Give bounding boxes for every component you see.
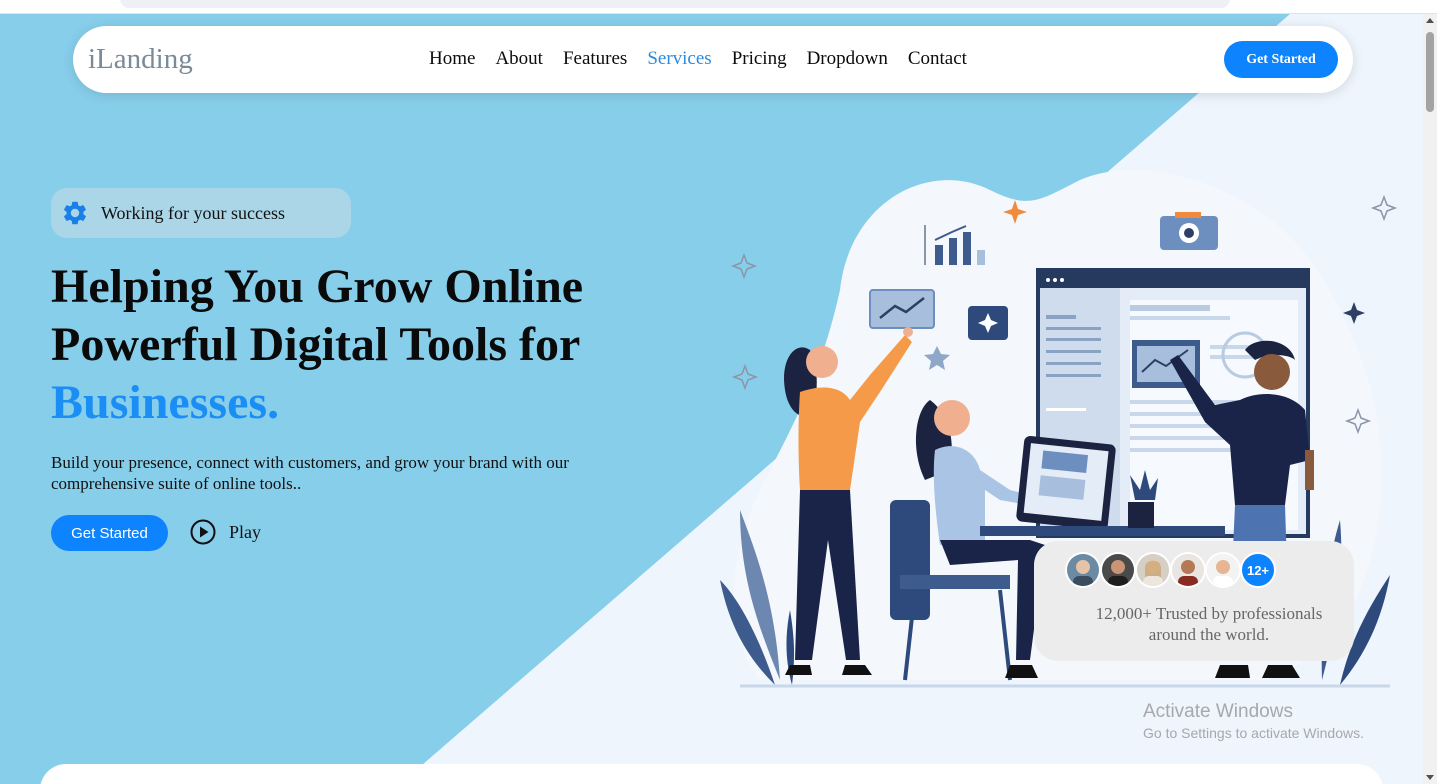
sparkle-card-icon xyxy=(968,306,1008,340)
play-label: Play xyxy=(229,521,262,542)
gear-icon xyxy=(64,201,86,225)
scroll-up-arrow-icon[interactable] xyxy=(1426,18,1434,23)
address-bar-remnant xyxy=(120,0,1230,8)
nav-link-features[interactable]: Features xyxy=(563,48,627,70)
trusted-card: 12+ 12,000+ Trusted by professionals aro… xyxy=(1034,541,1354,661)
site-logo[interactable]: iLanding xyxy=(88,43,193,76)
avatar xyxy=(1170,552,1206,588)
next-section-card xyxy=(40,764,1383,784)
avatar xyxy=(1065,552,1101,588)
activate-windows-subtitle: Go to Settings to activate Windows. xyxy=(1143,725,1364,741)
avatar xyxy=(1205,552,1241,588)
avatar xyxy=(1135,552,1171,588)
header-get-started-button[interactable]: Get Started xyxy=(1224,41,1338,78)
hero-badge-text: Working for your success xyxy=(101,202,286,223)
trusted-text: 12,000+ Trusted by professionals around … xyxy=(1095,604,1323,644)
hero-headline: Helping You Grow Online Powerful Digital… xyxy=(51,258,671,432)
site-header: iLanding Home About Features Services Pr… xyxy=(73,26,1353,93)
line-chart-card-icon xyxy=(869,289,935,329)
nav-link-about[interactable]: About xyxy=(495,48,543,70)
vertical-scrollbar[interactable] xyxy=(1423,14,1437,784)
hero-subtext: Build your presence, connect with custom… xyxy=(51,453,569,493)
avatar xyxy=(1100,552,1136,588)
hero-headline-line2: Powerful Digital Tools for xyxy=(51,318,581,371)
avatar-group: 12+ xyxy=(1065,552,1276,588)
play-video-button[interactable]: Play xyxy=(189,518,261,546)
activate-windows-watermark: Activate Windows Go to Settings to activ… xyxy=(1143,701,1364,741)
nav-link-home[interactable]: Home xyxy=(429,48,475,70)
avatar-more-count: 12+ xyxy=(1240,552,1276,588)
hero-headline-line1: Helping You Grow Online xyxy=(51,260,584,313)
browser-top-strip xyxy=(0,0,1437,14)
hero-badge: Working for your success xyxy=(51,188,351,238)
scrollbar-thumb[interactable] xyxy=(1426,32,1434,112)
nav-link-pricing[interactable]: Pricing xyxy=(732,48,787,70)
hero-headline-accent: Businesses. xyxy=(51,376,280,429)
play-circle-icon[interactable] xyxy=(189,518,217,546)
main-nav: Home About Features Services Pricing Dro… xyxy=(429,48,967,70)
activate-windows-title: Activate Windows xyxy=(1143,701,1293,722)
nav-link-contact[interactable]: Contact xyxy=(908,48,967,70)
camera-icon xyxy=(1160,212,1218,250)
hero-get-started-button[interactable]: Get Started xyxy=(51,515,168,551)
nav-link-services[interactable]: Services xyxy=(647,48,711,70)
nav-link-dropdown[interactable]: Dropdown xyxy=(807,48,888,70)
scroll-down-arrow-icon[interactable] xyxy=(1426,775,1434,780)
